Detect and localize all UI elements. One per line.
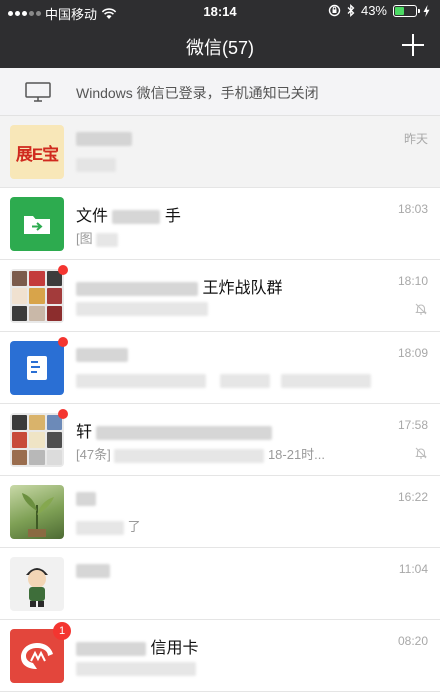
service-account-avatar [10,341,64,395]
chat-title: 轩 [76,418,273,442]
chat-row[interactable]: 了 16:22 [0,476,440,548]
chat-preview: 了 [76,516,141,535]
cartoon-icon [26,568,48,607]
chat-title: 文件 手 [76,202,181,226]
avatar [10,337,68,395]
plant-avatar [10,485,64,539]
desktop-login-banner[interactable]: Windows 微信已登录，手机通知已关闭 [0,68,440,116]
avatar [10,557,64,611]
avatar [10,409,68,467]
chat-title-tail: 手 [164,208,181,225]
chat-title-text: 信用卡 [150,640,199,657]
chat-title [76,562,110,580]
mute-icon [415,447,427,459]
status-bar: 中国移动 18:14 43% [0,0,440,24]
avatar [10,265,68,323]
chat-row[interactable]: 文件 手 [图 18:03 [0,188,440,260]
chat-preview [76,660,196,676]
chat-preview: [47条] 18-21时... [76,444,325,463]
group-avatar [10,269,64,323]
chat-row[interactable]: 18:09 [0,332,440,404]
chat-row[interactable]: 王炸战队群 18:10 [0,260,440,332]
chat-preview-count: [47条] [76,447,111,462]
chat-preview-tail: 了 [127,519,141,534]
mute-icon [415,303,427,315]
unread-dot [58,265,68,275]
orientation-lock-icon [328,4,341,17]
chat-title: 王炸战队群 [76,274,282,298]
chat-preview-text: [图 [76,231,93,246]
chat-preview: [图 [76,228,119,247]
chat-title [76,346,128,364]
battery-percent: 43% [360,3,387,18]
chat-time: 18:03 [397,202,428,216]
bank-logo-icon [21,643,53,669]
chat-row[interactable]: 展E宝 昨天 [0,116,440,188]
bluetooth-icon [347,4,355,17]
chat-row[interactable]: 11:04 [0,548,440,620]
desktop-login-text: Windows 微信已登录，手机通知已关闭 [76,85,319,101]
monitor-icon [25,82,51,102]
chat-list: 展E宝 昨天 文件 手 [图 18:03 王炸战队群 18:10 18:09 轩… [0,116,440,692]
page-title: 微信(57) [185,38,254,58]
charging-icon [423,4,430,17]
plant-icon [22,493,54,537]
folder-icon [24,216,50,234]
chat-time: 昨天 [403,132,428,146]
avatar: 1 [10,622,71,683]
chat-title-text: 轩 [76,424,93,441]
nav-bar: 微信(57) [0,24,440,68]
battery-level [395,6,405,15]
chat-time: 16:22 [397,490,428,504]
unread-count-badge: 1 [53,622,71,640]
chat-preview [76,156,116,172]
chat-title [76,130,132,148]
chat-row[interactable]: 轩 [47条] 18-21时... 17:58 [0,404,440,476]
battery-icon [393,4,420,17]
zhanbao-avatar: 展E宝 [10,125,64,179]
chat-title [76,490,96,508]
chat-preview [76,372,372,388]
plus-icon[interactable] [400,32,426,58]
chat-time: 08:20 [397,634,428,648]
chat-title: 信用卡 [76,634,198,658]
group-avatar [10,413,64,467]
avatar [10,197,64,251]
chat-row[interactable]: 1 信用卡 08:20 [0,620,440,692]
avatar: 展E宝 [10,125,64,179]
chat-preview [76,300,208,316]
chat-time: 18:10 [397,274,428,288]
chat-time: 18:09 [397,346,428,360]
cartoon-avatar [10,557,64,611]
status-right: 43% [328,3,430,18]
avatar [10,485,64,539]
document-icon [27,356,47,380]
unread-dot [58,409,68,419]
chat-time: 17:58 [397,418,428,432]
chat-title-text: 文件 [76,208,109,225]
chat-time: 11:04 [398,562,428,576]
unread-dot [58,337,68,347]
file-transfer-avatar [10,197,64,251]
chat-title-text: 王炸战队群 [202,280,283,297]
chat-preview-tail: 18-21时... [267,447,326,462]
